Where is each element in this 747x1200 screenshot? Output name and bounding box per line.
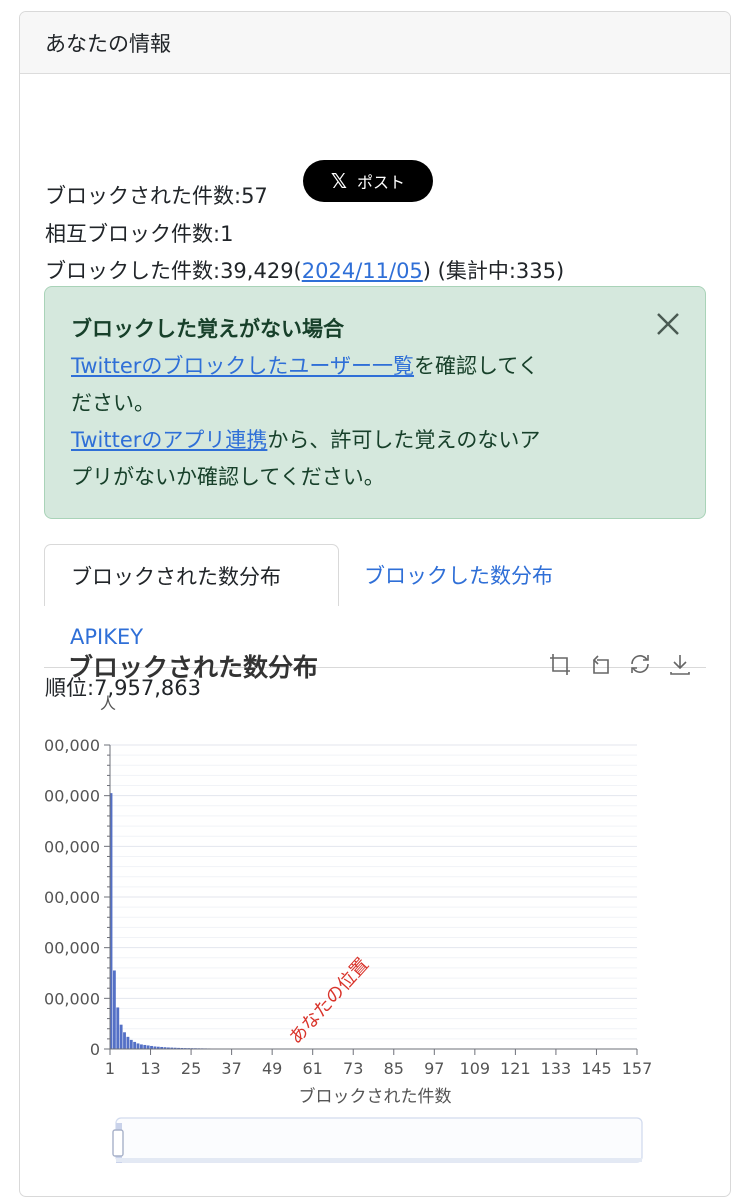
y-tick-label: 00,000: [44, 787, 100, 806]
bar: [116, 1007, 120, 1049]
x-tick-label: 133: [541, 1059, 572, 1078]
blocked-users-link[interactable]: Twitterのブロックしたユーザー一覧: [71, 354, 414, 378]
tab-blocked-by-distribution[interactable]: ブロックされた数分布: [44, 544, 339, 606]
x-tick-label: 61: [303, 1059, 323, 1078]
mutual-block-count: 相互ブロック件数:1: [45, 222, 234, 246]
x-tick-label: 121: [500, 1059, 531, 1078]
post-button-label: ポスト: [357, 173, 406, 192]
x-tick-label: 49: [262, 1059, 282, 1078]
bar: [126, 1036, 130, 1049]
bar: [139, 1044, 143, 1049]
bar: [112, 970, 116, 1049]
card-title: あなたの情報: [45, 31, 171, 56]
datazoom-slider[interactable]: [112, 1117, 643, 1163]
y-tick-label: 00,000: [44, 837, 100, 856]
blocking-count-prefix: ブロックした件数:39,429(: [45, 259, 302, 283]
y-tick-label: 00,000: [44, 736, 100, 755]
x-axis-title: ブロックされた件数: [299, 1086, 452, 1107]
x-tick-label: 37: [221, 1059, 241, 1078]
x-tick-label: 85: [384, 1059, 404, 1078]
blocking-date-link[interactable]: 2024/11/05: [302, 259, 423, 283]
x-tick-label: 73: [343, 1059, 363, 1078]
x-tick-label: 145: [581, 1059, 612, 1078]
y-tick-label: 00,000: [44, 888, 100, 907]
alert-line-1-text: を確認してく: [413, 354, 539, 378]
datazoom-bottom-bar: [116, 1158, 642, 1162]
alert-line-3-text: から、許可した覚えのないア: [267, 428, 541, 452]
alert-line-2: ださい。: [71, 391, 155, 415]
bar: [129, 1039, 133, 1049]
close-icon[interactable]: [653, 309, 683, 339]
x-logo-icon: 𝕏: [330, 169, 348, 193]
card-header: あなたの情報: [20, 12, 730, 74]
alert-line-3: Twitterのアプリ連携から、許可した覚えのないア: [71, 422, 679, 459]
info-card: あなたの情報 ブロックされた件数:57 𝕏 ポスト 相互ブロック件数:1 ブロッ…: [19, 11, 731, 1197]
x-tick-label: 109: [460, 1059, 491, 1078]
blocked-by-count: ブロックされた件数:57: [45, 184, 268, 208]
bar: [119, 1024, 123, 1049]
app-connections-link[interactable]: Twitterのアプリ連携: [71, 428, 267, 452]
y-tick-label: 0: [90, 1040, 100, 1059]
alert-line-1: Twitterのブロックしたユーザー一覧を確認してく: [71, 348, 679, 385]
alert-title: ブロックした覚えがない場合: [71, 317, 344, 341]
info-alert: ブロックした覚えがない場合 Twitterのブロックしたユーザー一覧を確認してく…: [44, 286, 706, 519]
x-tick-label: 157: [622, 1059, 653, 1078]
tab-blocking-distribution[interactable]: ブロックした数分布: [364, 544, 553, 606]
x-tick-label: 1: [105, 1059, 115, 1078]
chart-bars: [109, 793, 302, 1050]
blocking-count: ブロックした件数:39,429(2024/11/05) (集計中:335): [45, 255, 564, 285]
y-tick-label: 00,000: [44, 989, 100, 1008]
datazoom-handle-left[interactable]: [112, 1129, 124, 1157]
x-tick-label: 97: [424, 1059, 444, 1078]
x-tick-label: 13: [140, 1059, 160, 1078]
bar: [133, 1041, 137, 1049]
chart-container: ブロックされた数分布 000,00000,00000,00000,000: [20, 642, 730, 1172]
chart-grid: [110, 744, 637, 1050]
x-tick-label: 25: [181, 1059, 201, 1078]
datazoom-track: [115, 1117, 643, 1163]
blocking-count-suffix: ) (集計中:335): [422, 259, 565, 283]
y-axis-label: 人: [100, 694, 116, 713]
x-post-button[interactable]: 𝕏 ポスト: [303, 160, 433, 202]
bar: [136, 1043, 140, 1049]
bar-chart: 0 00,000 00,000 00,000 00,000 00,000 00,000 1 13…: [44, 694, 653, 1163]
y-tick-label: 00,000: [44, 939, 100, 958]
bar: [146, 1045, 150, 1049]
bar: [123, 1032, 126, 1049]
bar: [143, 1044, 147, 1049]
alert-line-4: プリがないか確認してください。: [71, 465, 385, 489]
